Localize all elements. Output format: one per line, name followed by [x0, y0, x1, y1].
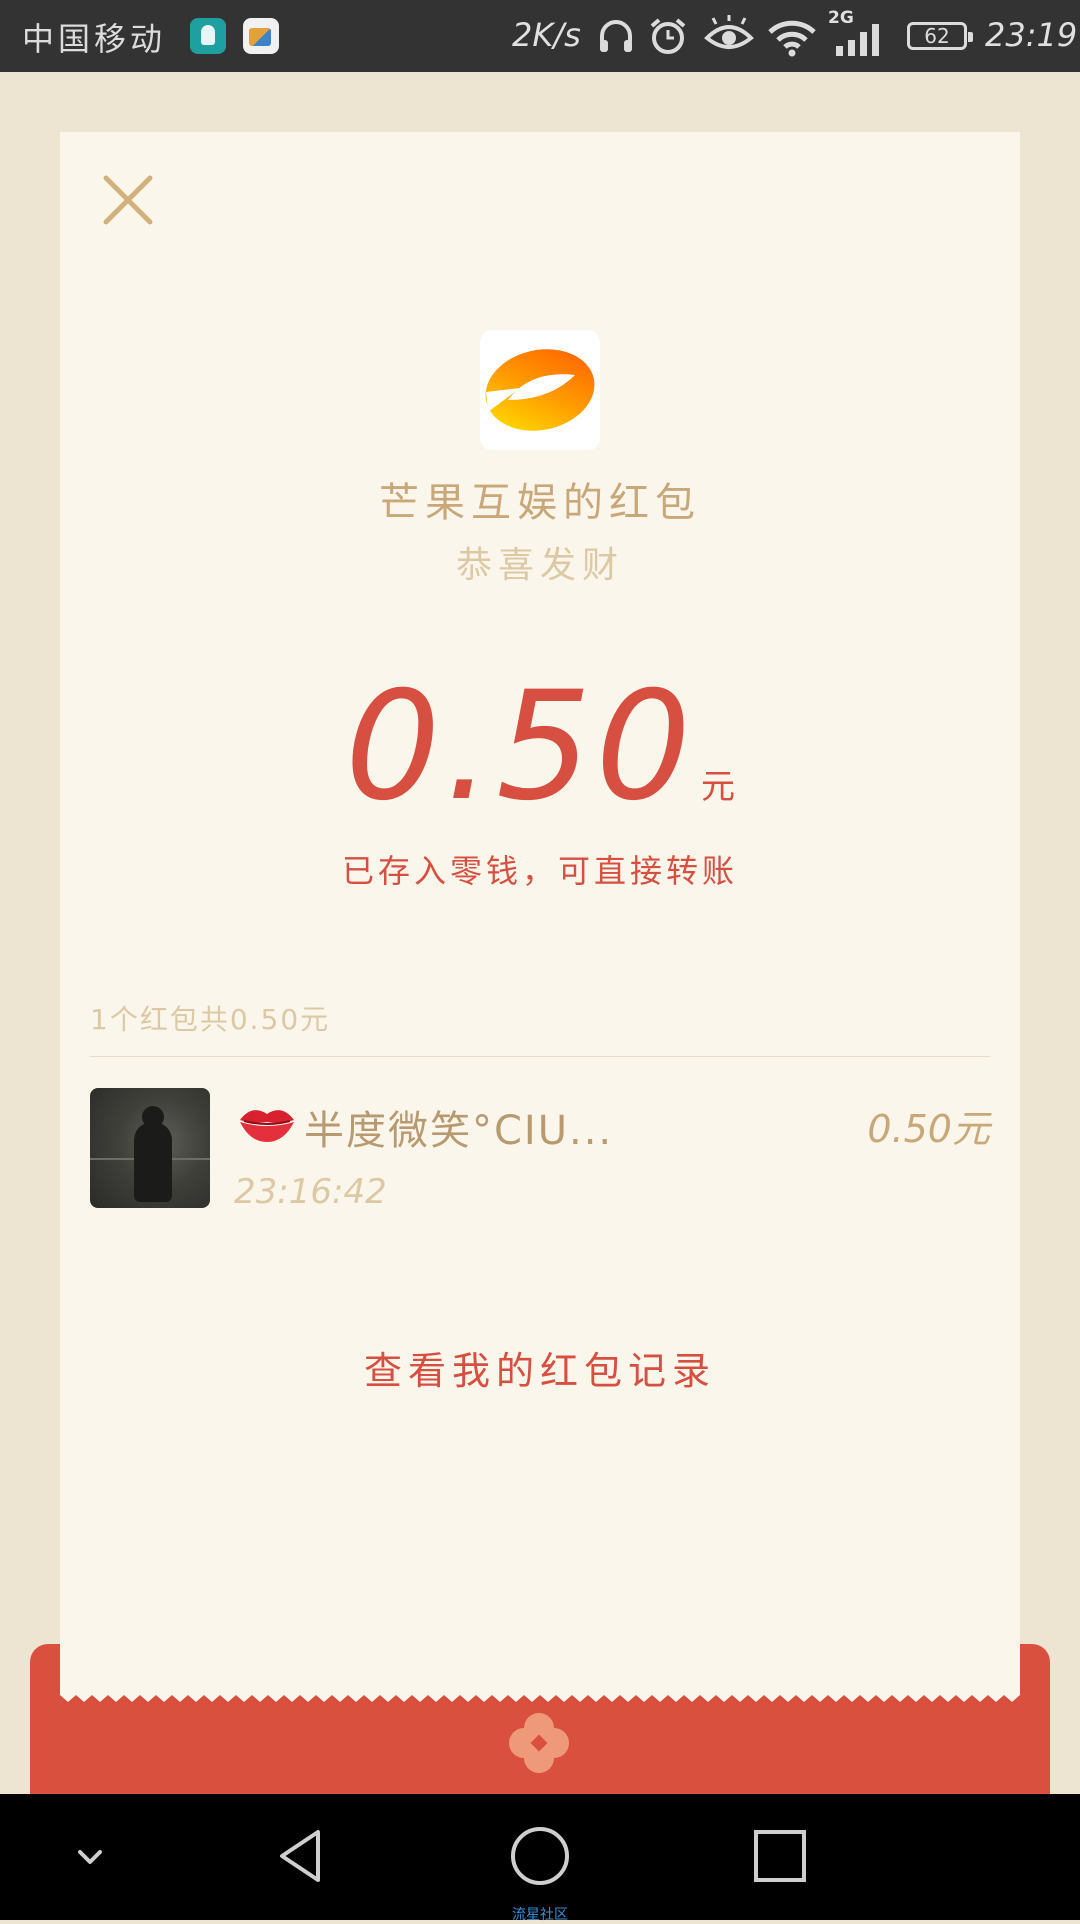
status-bar: 中国移动 2K/s 2G 62 23:19	[0, 0, 1080, 72]
navigation-bar	[0, 1794, 1080, 1920]
flashlight-app-icon	[190, 18, 226, 54]
list-item[interactable]: 半度微笑°CIU... 0.50元 23:16:42	[90, 1088, 990, 1212]
sender-nickname: 半度微笑°CIU...	[304, 1108, 614, 1154]
received-amount: 0.50	[345, 660, 695, 834]
lips-icon	[240, 1110, 294, 1142]
record-time: 23:16:42	[234, 1172, 387, 1212]
amount-display: 0.50 元	[60, 660, 1020, 834]
eye-icon	[704, 15, 754, 49]
alarm-icon	[650, 18, 686, 54]
watermark-text: 流星社区	[512, 1907, 568, 1923]
chevron-down-icon[interactable]	[54, 1820, 126, 1892]
battery-icon: 62	[907, 22, 973, 50]
wifi-icon	[768, 20, 816, 57]
mango-logo-icon	[485, 349, 595, 431]
packet-summary: 1个红包共0.50元	[90, 1003, 331, 1036]
sender-logo	[480, 330, 600, 450]
network-speed: 2K/s	[512, 16, 581, 54]
clock: 23:19	[985, 16, 1078, 54]
amount-unit: 元	[700, 767, 735, 807]
close-icon[interactable]	[100, 172, 156, 228]
signal-strength-icon	[836, 24, 879, 56]
cleaner-app-icon	[243, 18, 279, 54]
card-zigzag-edge	[60, 1688, 1020, 1702]
sender-title: 芒果互娱的红包	[379, 480, 701, 526]
recents-icon[interactable]	[744, 1820, 816, 1892]
divider	[90, 1056, 990, 1057]
saved-to-balance-note[interactable]: 已存入零钱，可直接转账	[60, 846, 1020, 892]
greeting-text: 恭喜发财	[455, 545, 624, 586]
envelope-flower-icon	[509, 1713, 569, 1773]
record-amount: 0.50元	[867, 1107, 990, 1151]
avatar[interactable]	[90, 1088, 210, 1208]
home-icon[interactable]	[504, 1820, 576, 1892]
battery-level: 62	[924, 24, 950, 48]
carrier-name: 中国移动	[22, 20, 167, 58]
headphones-icon	[600, 20, 632, 52]
view-history-link[interactable]: 查看我的红包记录	[60, 1340, 1020, 1395]
back-icon[interactable]	[264, 1820, 336, 1892]
